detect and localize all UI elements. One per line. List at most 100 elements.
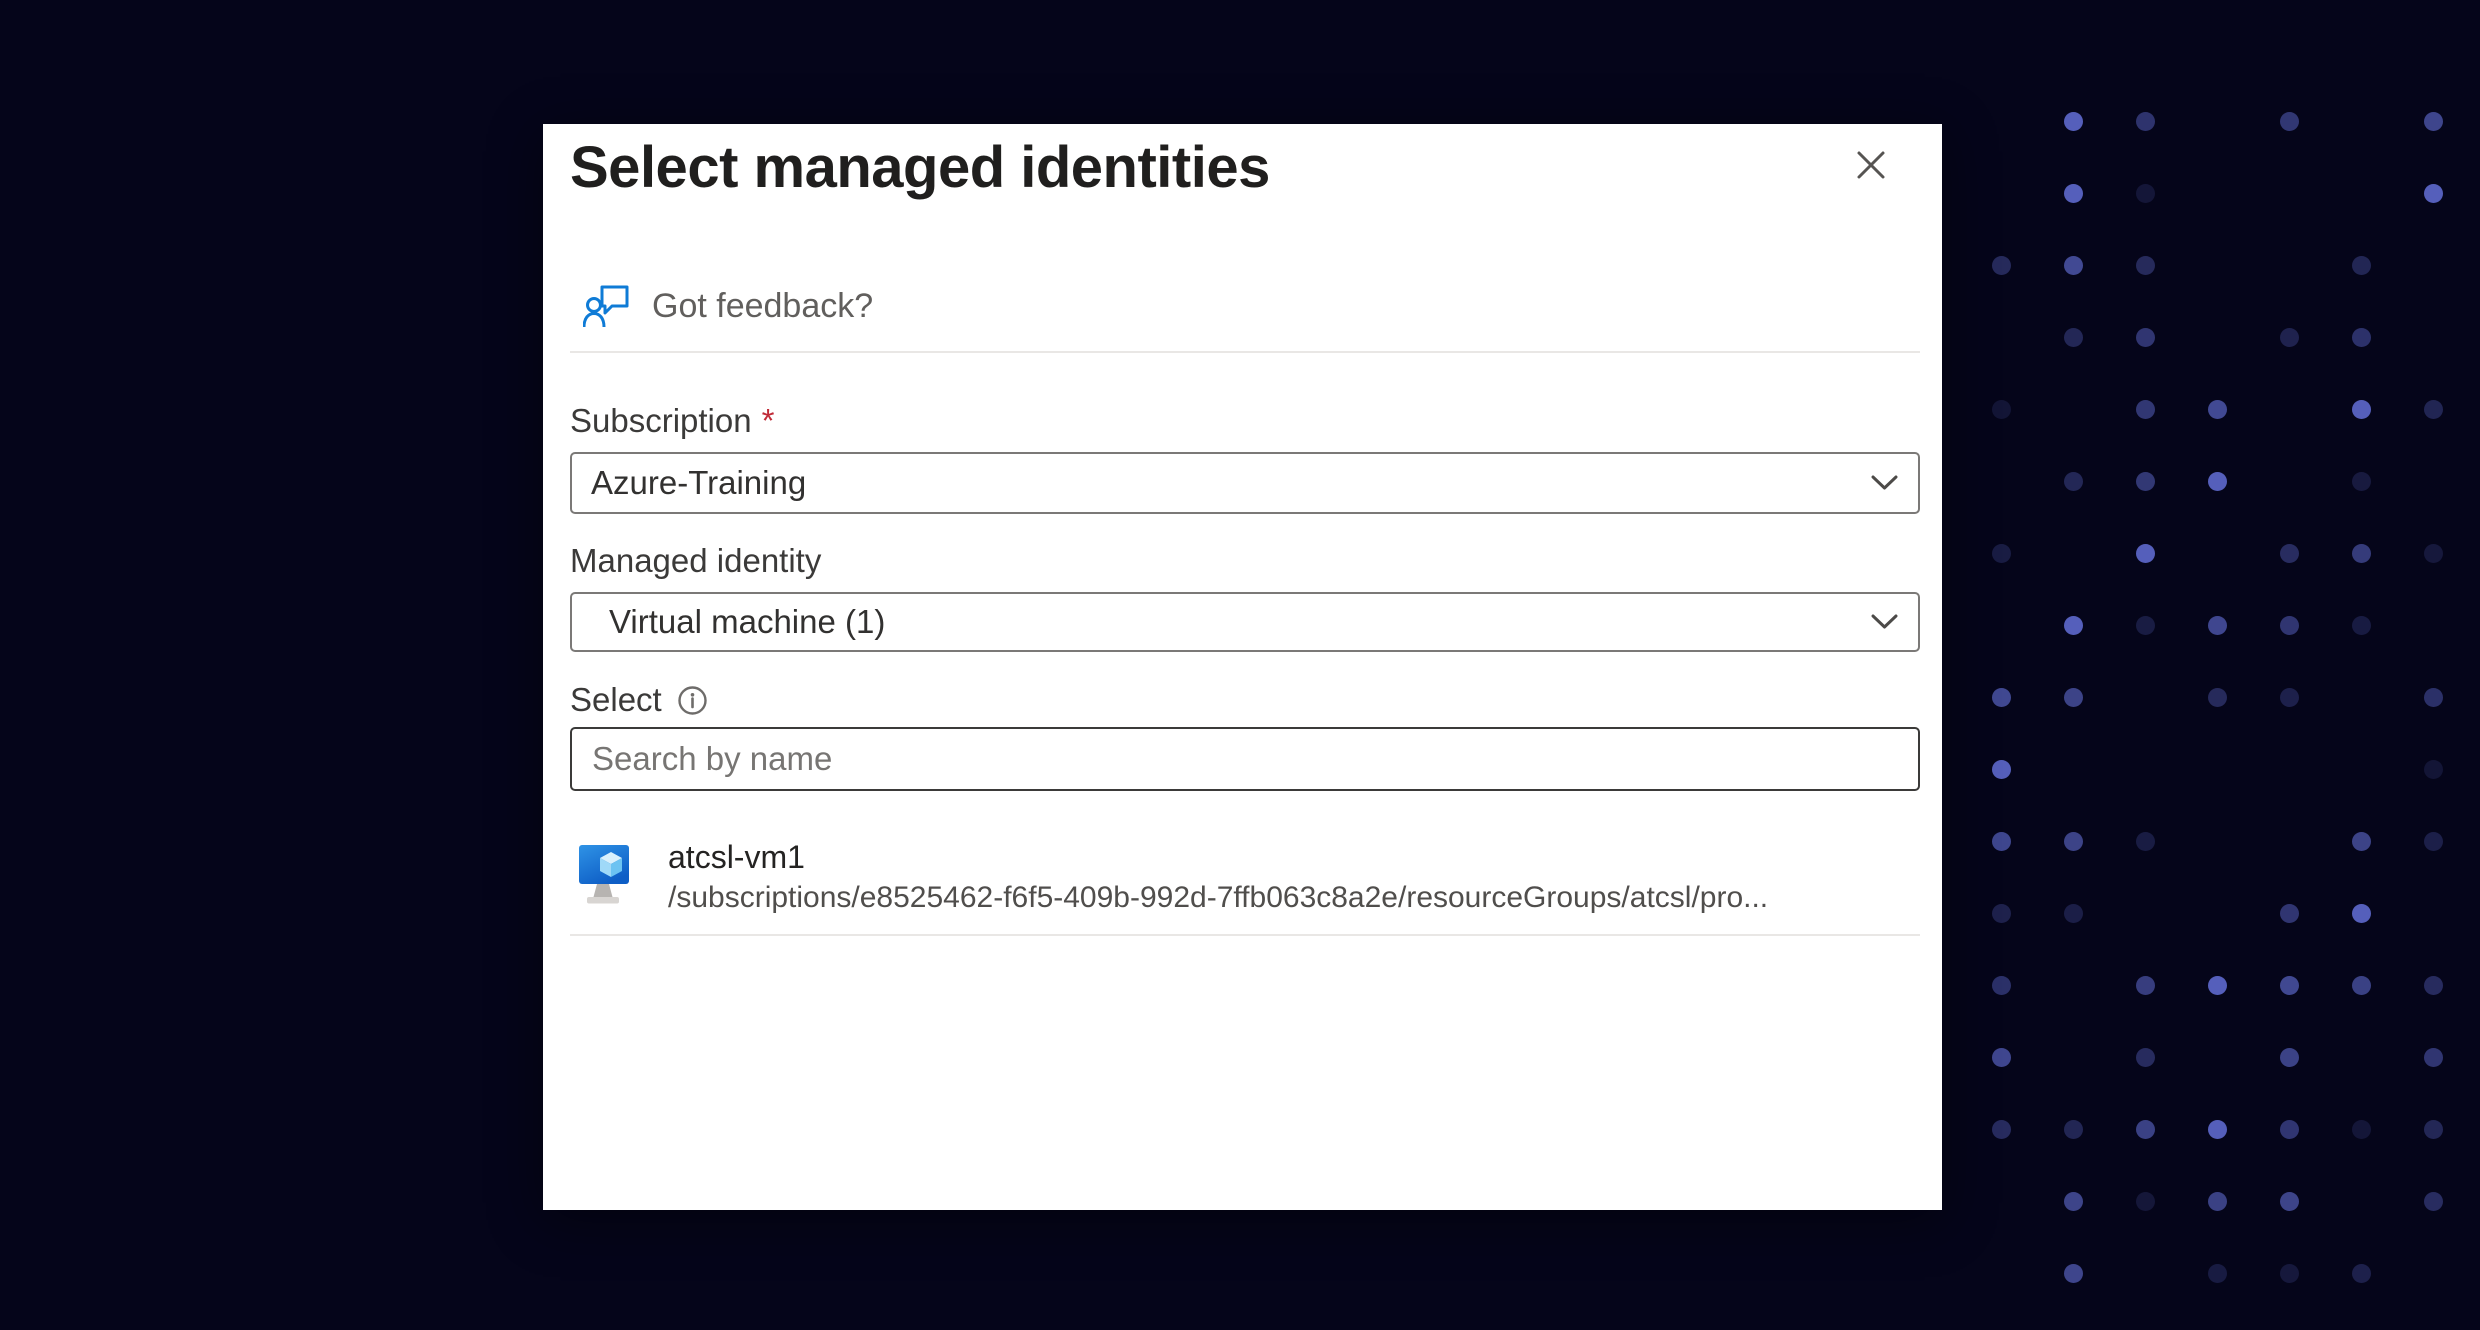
dot bbox=[2424, 832, 2443, 851]
dot bbox=[2136, 256, 2155, 275]
dot bbox=[2280, 1192, 2299, 1211]
dot bbox=[2280, 976, 2299, 995]
dot bbox=[2424, 544, 2443, 563]
dot bbox=[2136, 112, 2155, 131]
dot bbox=[1992, 1120, 2011, 1139]
vm-resource-path: /subscriptions/e8525462-f6f5-409b-992d-7… bbox=[668, 878, 1768, 918]
got-feedback-label: Got feedback? bbox=[652, 287, 873, 326]
dot bbox=[2352, 832, 2371, 851]
dot bbox=[2208, 688, 2227, 707]
dot bbox=[2136, 184, 2155, 203]
dot bbox=[2352, 472, 2371, 491]
dot bbox=[1992, 400, 2011, 419]
divider bbox=[570, 351, 1920, 353]
chevron-down-icon bbox=[1871, 614, 1898, 630]
dot bbox=[2208, 1192, 2227, 1211]
dot bbox=[2064, 256, 2083, 275]
dot bbox=[2424, 112, 2443, 131]
dot bbox=[2352, 1120, 2371, 1139]
dot bbox=[2136, 472, 2155, 491]
dot bbox=[1992, 760, 2011, 779]
required-asterisk: * bbox=[762, 402, 775, 440]
dot bbox=[1992, 976, 2011, 995]
dot bbox=[2136, 1048, 2155, 1067]
dot bbox=[2064, 112, 2083, 131]
dot bbox=[2136, 400, 2155, 419]
dot bbox=[2280, 1048, 2299, 1067]
dot bbox=[2064, 904, 2083, 923]
dot bbox=[1992, 544, 2011, 563]
dot bbox=[1992, 832, 2011, 851]
got-feedback-link[interactable]: Got feedback? bbox=[583, 280, 873, 332]
dot bbox=[2352, 976, 2371, 995]
dot bbox=[2064, 472, 2083, 491]
dot bbox=[2280, 688, 2299, 707]
info-icon[interactable] bbox=[677, 685, 708, 716]
dot bbox=[2352, 904, 2371, 923]
dot bbox=[2064, 832, 2083, 851]
dot bbox=[2352, 544, 2371, 563]
dot bbox=[2424, 760, 2443, 779]
dot bbox=[2064, 328, 2083, 347]
dot bbox=[2136, 328, 2155, 347]
dot bbox=[2424, 1120, 2443, 1139]
close-icon bbox=[1854, 148, 1888, 182]
dot bbox=[2064, 1192, 2083, 1211]
select-managed-identities-panel: Select managed identities Got feedback? … bbox=[543, 124, 1942, 1210]
dot bbox=[2424, 688, 2443, 707]
dot bbox=[2136, 1192, 2155, 1211]
dot bbox=[2136, 616, 2155, 635]
dot bbox=[2280, 616, 2299, 635]
subscription-label: Subscription* bbox=[570, 402, 774, 440]
dot bbox=[2280, 1120, 2299, 1139]
dot bbox=[2136, 976, 2155, 995]
dot bbox=[2424, 1048, 2443, 1067]
close-button[interactable] bbox=[1846, 140, 1896, 190]
vm-icon bbox=[578, 844, 630, 910]
subscription-dropdown[interactable]: Azure-Training bbox=[570, 452, 1920, 514]
managed-identity-label: Managed identity bbox=[570, 542, 821, 580]
dot bbox=[2208, 976, 2227, 995]
dot bbox=[2136, 1120, 2155, 1139]
dot bbox=[2208, 472, 2227, 491]
dot bbox=[2352, 1264, 2371, 1283]
chevron-down-icon bbox=[1871, 475, 1898, 491]
dot bbox=[2424, 184, 2443, 203]
dot bbox=[1992, 904, 2011, 923]
dot bbox=[2352, 400, 2371, 419]
dot bbox=[2208, 1120, 2227, 1139]
dot bbox=[2352, 328, 2371, 347]
dot bbox=[2352, 616, 2371, 635]
dot bbox=[2208, 1264, 2227, 1283]
dot bbox=[2280, 904, 2299, 923]
subscription-dropdown-value: Azure-Training bbox=[572, 464, 1871, 502]
dot bbox=[2280, 328, 2299, 347]
dot bbox=[2064, 1264, 2083, 1283]
managed-identity-dropdown-value: Virtual machine (1) bbox=[572, 603, 1871, 641]
dot bbox=[2424, 1192, 2443, 1211]
dot bbox=[2208, 616, 2227, 635]
dot bbox=[1992, 1048, 2011, 1067]
dot bbox=[2208, 400, 2227, 419]
managed-identity-result-row[interactable]: atcsl-vm1 /subscriptions/e8525462-f6f5-4… bbox=[570, 828, 1920, 934]
dot bbox=[2064, 184, 2083, 203]
dot bbox=[2064, 1120, 2083, 1139]
dot bbox=[2280, 544, 2299, 563]
divider bbox=[570, 934, 1920, 936]
page-title: Select managed identities bbox=[570, 134, 1770, 201]
dot bbox=[2136, 544, 2155, 563]
dot bbox=[2424, 400, 2443, 419]
dot bbox=[2352, 256, 2371, 275]
managed-identity-dropdown[interactable]: Virtual machine (1) bbox=[570, 592, 1920, 652]
dot bbox=[2064, 688, 2083, 707]
select-label: Select bbox=[570, 681, 708, 719]
dot bbox=[2136, 832, 2155, 851]
dot bbox=[1992, 688, 2011, 707]
search-input[interactable] bbox=[570, 727, 1920, 791]
vm-name: atcsl-vm1 bbox=[668, 836, 1768, 878]
dot bbox=[2424, 976, 2443, 995]
dot bbox=[1992, 256, 2011, 275]
dot bbox=[2280, 112, 2299, 131]
dot bbox=[2280, 1264, 2299, 1283]
feedback-icon bbox=[583, 283, 631, 329]
